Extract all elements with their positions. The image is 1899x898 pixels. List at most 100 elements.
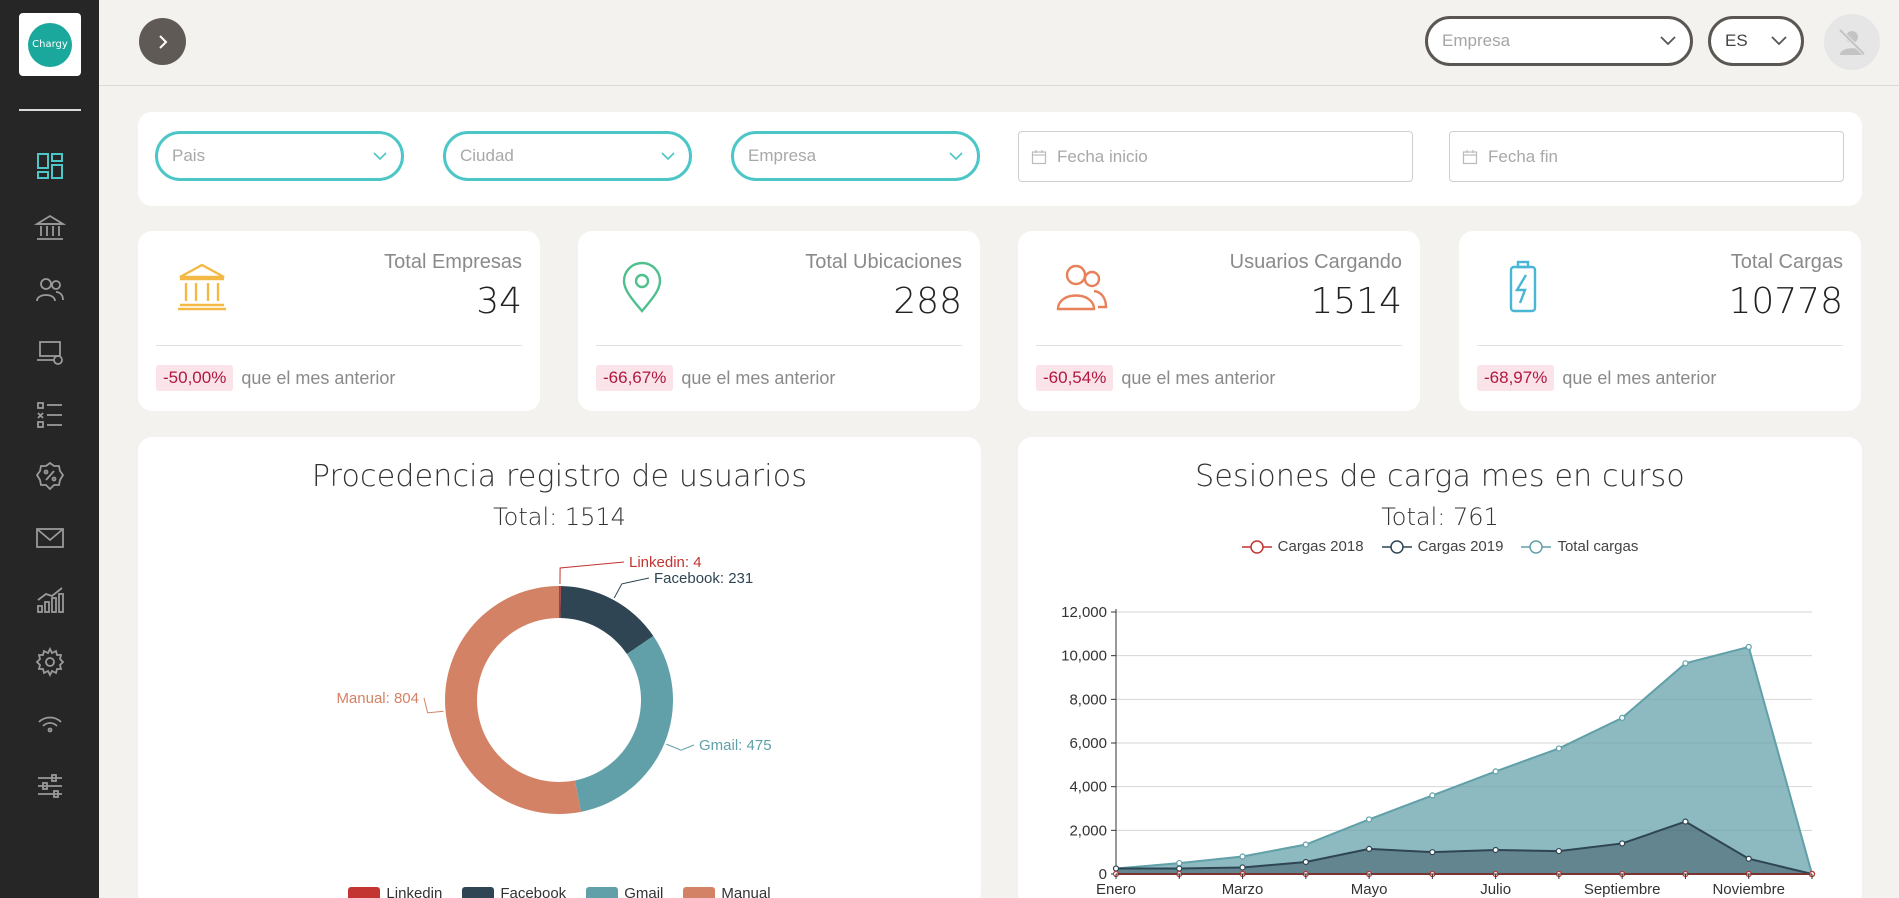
data-point[interactable] [1239, 853, 1246, 860]
sidebar-item-companies[interactable] [30, 208, 70, 248]
x-tick-label: Enero [1096, 881, 1136, 898]
end-date-placeholder: Fecha fin [1488, 146, 1558, 166]
x-tick-label: Mayo [1351, 881, 1388, 898]
checklist-icon [37, 402, 62, 428]
change-badge: -66,67% [596, 365, 674, 391]
stat-value: 1514 [1310, 281, 1402, 322]
bank-icon [34, 214, 66, 240]
stat-label: Total Empresas [384, 251, 522, 273]
sliders-icon [38, 774, 62, 798]
sidebar-item-dashboard[interactable] [30, 146, 70, 186]
legend-item[interactable]: Manual [683, 885, 771, 898]
start-date-placeholder: Fecha inicio [1057, 146, 1148, 166]
discount-badge-icon [35, 461, 65, 491]
city-select[interactable]: Ciudad [443, 131, 692, 181]
change-caption: que el mes anterior [241, 367, 396, 388]
country-select[interactable]: Pais [155, 131, 404, 181]
x-tick-label: Noviembre [1712, 881, 1785, 898]
chevron-down-icon [373, 151, 387, 160]
stat-footer: -60,54% que el mes anterior [1036, 365, 1275, 391]
stat-label: Usuarios Cargando [1229, 251, 1402, 273]
change-caption: que el mes anterior [1121, 367, 1276, 388]
sidebar-item-locations[interactable] [30, 332, 70, 372]
chevron-right-icon [158, 34, 167, 49]
chevron-down-icon [1660, 36, 1676, 46]
data-point[interactable] [1239, 864, 1246, 871]
data-point[interactable] [1176, 865, 1183, 872]
battery-charging-icon [1509, 260, 1537, 313]
data-point[interactable] [1176, 859, 1183, 867]
dashboard-icon [37, 153, 63, 179]
data-point[interactable] [1429, 849, 1436, 856]
company-filter-select[interactable]: Empresa [731, 131, 980, 181]
users-icon [36, 278, 64, 302]
donut-slice-facebook[interactable] [560, 586, 654, 655]
sidebar-item-tasks[interactable] [30, 394, 70, 434]
city-select-value: Ciudad [460, 146, 514, 165]
chevron-down-icon [1771, 36, 1787, 46]
divider [156, 345, 522, 346]
legend-item[interactable]: Gmail [586, 885, 663, 898]
sidebar-item-messages[interactable] [30, 518, 70, 558]
y-tick-label: 6,000 [1069, 735, 1107, 752]
slice-label: Facebook: 231 [654, 570, 753, 587]
calendar-icon [1462, 149, 1478, 164]
sidebar: Chargy [0, 0, 99, 898]
company-select[interactable]: Empresa [1425, 16, 1693, 66]
slice-label: Gmail: 475 [699, 737, 772, 754]
data-point[interactable] [1682, 818, 1689, 825]
gear-icon [35, 646, 65, 678]
country-select-value: Pais [172, 146, 206, 165]
avatar[interactable] [1824, 14, 1880, 70]
stat-value: 10778 [1728, 281, 1843, 322]
sidebar-toggle-button[interactable] [139, 18, 186, 65]
change-badge: -68,97% [1477, 365, 1555, 391]
data-point[interactable] [1492, 846, 1499, 854]
sidebar-item-stats[interactable] [30, 580, 70, 620]
sidebar-item-connectivity[interactable] [30, 704, 70, 744]
language-select-value: ES [1725, 31, 1748, 50]
data-point[interactable] [1555, 847, 1563, 855]
data-point[interactable] [1555, 745, 1563, 752]
data-point[interactable] [1365, 845, 1373, 852]
data-point[interactable] [1302, 858, 1309, 866]
data-point[interactable] [1619, 840, 1626, 847]
logo[interactable]: Chargy [19, 13, 81, 76]
sidebar-item-adjustments[interactable] [30, 766, 70, 806]
y-tick-label: 8,000 [1069, 691, 1107, 708]
data-point[interactable] [1429, 792, 1436, 799]
data-point[interactable] [1112, 865, 1120, 872]
stat-footer: -68,97% que el mes anterior [1477, 365, 1716, 391]
data-point[interactable] [1745, 643, 1752, 651]
user-origin-chart-card: Procedencia registro de usuarios Total: … [138, 437, 981, 898]
data-point[interactable] [1492, 768, 1499, 775]
sidebar-item-settings[interactable] [30, 642, 70, 682]
data-point[interactable] [1302, 841, 1309, 848]
stat-footer: -66,67% que el mes anterior [596, 365, 835, 391]
y-tick-label: 10,000 [1061, 648, 1107, 665]
language-select[interactable]: ES [1708, 16, 1804, 66]
sidebar-item-users[interactable] [30, 270, 70, 310]
legend-item[interactable]: Linkedin [348, 885, 442, 898]
divider [1036, 345, 1402, 346]
stat-card-companies: Total Empresas 34 -50,00% que el mes ant… [138, 231, 540, 411]
data-point[interactable] [1745, 855, 1752, 862]
data-point[interactable] [1682, 660, 1689, 667]
stat-label: Total Cargas [1730, 251, 1843, 273]
end-date-input[interactable]: Fecha fin [1449, 131, 1844, 182]
sidebar-divider [19, 109, 81, 111]
donut-slice-gmail[interactable] [574, 636, 673, 812]
start-date-input[interactable]: Fecha inicio [1018, 131, 1413, 182]
donut-slice-manual[interactable] [444, 586, 582, 814]
change-caption: que el mes anterior [681, 367, 836, 388]
stat-value: 288 [893, 281, 962, 322]
data-point[interactable] [1365, 816, 1373, 823]
charging-sessions-chart-card: Sesiones de carga mes en curso Total: 76… [1018, 437, 1862, 898]
legend-label: Manual [721, 885, 771, 898]
legend-swatch [586, 887, 619, 898]
legend-item[interactable]: Facebook [462, 885, 566, 898]
laptop-location-icon [37, 341, 63, 365]
data-point[interactable] [1619, 714, 1626, 721]
sidebar-item-discounts[interactable] [30, 456, 70, 496]
logo-mark: Chargy [28, 22, 72, 67]
